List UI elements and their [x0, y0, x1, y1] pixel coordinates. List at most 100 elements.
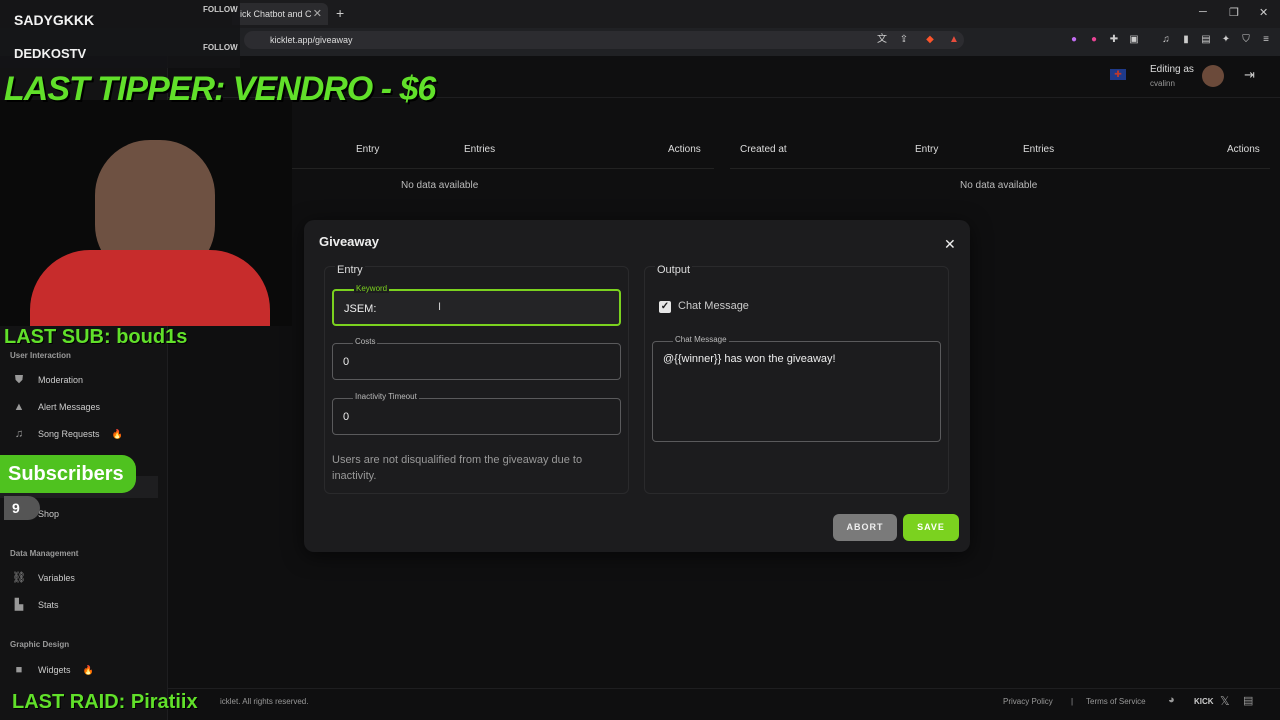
tab-close-icon[interactable]: ✕ [313, 3, 322, 25]
editing-user: cvalinn [1150, 79, 1175, 88]
tab-title: ick Chatbot and C [240, 9, 312, 19]
chat-message-label: Chat Message [673, 335, 729, 344]
keyword-label: Keyword [354, 284, 390, 293]
table-header: Entries [464, 144, 496, 155]
kick-link[interactable]: KICK [1194, 697, 1214, 706]
table-header: Entry [915, 144, 939, 155]
brave-rewards-icon[interactable]: ▲ [948, 34, 960, 46]
avatar[interactable] [1202, 65, 1224, 87]
logout-icon[interactable]: ⇥ [1244, 67, 1255, 83]
giveaway-modal: Giveaway ✕ Entry Keyword JSEM: I Costs 0… [304, 220, 970, 552]
entry-section-title: Entry [335, 264, 365, 276]
divider [292, 168, 714, 169]
close-icon[interactable]: ✕ [944, 236, 956, 253]
brave-shield-icon[interactable]: ◆ [924, 34, 936, 46]
media-icon[interactable]: ♫ [1160, 34, 1172, 46]
sidebar-toggle-icon[interactable]: ▮ [1180, 34, 1192, 46]
chat-message-checkbox-label: Chat Message [678, 300, 749, 312]
discord-icon[interactable]: ◕ [1168, 694, 1175, 706]
follow-label: FOLLOW [203, 43, 238, 52]
ai-icon[interactable]: ✦ [1220, 34, 1232, 46]
editing-as-label: Editing as [1150, 64, 1194, 75]
footer-separator: | [1071, 697, 1074, 706]
empty-state: No data available [960, 180, 1038, 191]
last-sub-banner: LAST SUB: boud1s [4, 326, 188, 348]
translate-icon[interactable]: 文 [876, 34, 888, 46]
chat-message-textarea[interactable]: Chat Message @{{winner}} has won the giv… [652, 335, 941, 442]
sidebar-item-song-requests[interactable]: ♫ Song Requests 🔥 [12, 428, 123, 440]
share-icon[interactable]: ⇪ [898, 34, 910, 46]
terms-link[interactable]: Terms of Service [1086, 697, 1146, 706]
sidebar-item-moderation[interactable]: ⛊ Moderation [12, 374, 83, 386]
divider [730, 168, 1270, 169]
keyword-value: JSEM: [344, 303, 377, 315]
restore-icon[interactable]: ❐ [1229, 6, 1239, 19]
extension-icon[interactable]: ● [1088, 34, 1100, 46]
sidebar-item-label: Widgets [38, 665, 71, 675]
menu-icon[interactable]: ≡ [1260, 34, 1272, 46]
sidebar-item-label: Song Requests [38, 429, 100, 439]
new-tab-icon[interactable]: + [336, 5, 344, 21]
follow-label: FOLLOW [203, 5, 238, 14]
language-flag-icon[interactable]: ✚ [1110, 69, 1126, 80]
recent-follower-1: SADYGKKK [14, 12, 95, 28]
streamer-sweater [30, 250, 270, 326]
sidebar-section-title: Graphic Design [10, 640, 70, 649]
table-header: Actions [1227, 144, 1260, 155]
table-header: Created at [740, 144, 787, 155]
last-raid-banner: LAST RAID: Piratiix [12, 691, 198, 713]
inactivity-timeout-field[interactable]: Inactivity Timeout 0 [332, 392, 621, 435]
sidebar-item-label: Moderation [38, 375, 84, 385]
inactivity-timeout-value: 0 [343, 411, 350, 423]
minimize-icon[interactable]: ─ [1199, 6, 1207, 18]
subscribers-count: 9 [4, 496, 40, 520]
webcam-feed [0, 100, 292, 326]
wallet-icon[interactable]: ▤ [1200, 34, 1212, 46]
video-icon: ■ [15, 664, 23, 676]
sidebar-item-widgets[interactable]: ■ Widgets 🔥 [12, 664, 94, 676]
extensions-puzzle-icon[interactable]: ✚ [1108, 34, 1120, 46]
chat-message-value: @{{winner}} has won the giveaway! [663, 353, 836, 365]
subscribers-badge: Subscribers [0, 455, 136, 493]
x-twitter-icon[interactable]: 𝕏 [1220, 694, 1230, 708]
costs-field[interactable]: Costs 0 [332, 337, 621, 380]
copyright: icklet. All rights reserved. [220, 697, 309, 706]
privacy-policy-link[interactable]: Privacy Policy [1003, 697, 1053, 706]
address-bar[interactable]: kicklet.app/giveaway [244, 31, 964, 49]
sidebar-item-label: Shop [38, 509, 60, 519]
output-section-title: Output [655, 264, 693, 276]
sidebar-item-label: Alert Messages [38, 402, 101, 412]
vpn-icon[interactable]: ⛉ [1240, 34, 1252, 46]
sidebar-item-label: Variables [38, 573, 75, 583]
music-note-icon: ♫ [14, 428, 24, 440]
inactivity-note: Users are not disqualified from the give… [332, 454, 583, 482]
extension-icon[interactable]: ● [1068, 34, 1080, 46]
fire-icon: 🔥 [111, 428, 123, 439]
document-icon[interactable]: ▤ [1243, 694, 1253, 707]
chat-message-checkbox[interactable]: ✓ [659, 301, 671, 313]
fire-icon: 🔥 [82, 664, 94, 675]
costs-value: 0 [343, 356, 350, 368]
abort-button[interactable]: ABORT [833, 514, 897, 541]
link-icon: ⛓ [12, 572, 26, 584]
screenshot-icon[interactable]: ▣ [1128, 34, 1140, 46]
costs-label: Costs [353, 337, 378, 346]
sidebar-item-stats[interactable]: ▙ Stats [12, 599, 59, 611]
shield-icon: ⛊ [14, 374, 24, 386]
bar-chart-icon: ▙ [14, 599, 24, 611]
browser-tab[interactable]: ick Chatbot and C ✕ [232, 3, 328, 25]
save-button[interactable]: SAVE [903, 514, 959, 541]
table-header: Entries [1023, 144, 1055, 155]
text-cursor-icon: I [438, 301, 442, 313]
sidebar-item-label: Stats [38, 600, 59, 610]
close-window-icon[interactable]: ✕ [1259, 6, 1268, 19]
modal-title: Giveaway [319, 234, 379, 249]
inactivity-timeout-label: Inactivity Timeout [353, 392, 419, 401]
sidebar-section-title: Data Management [10, 549, 79, 558]
recent-follower-2: DEDKOSTV [14, 46, 87, 61]
table-header: Actions [668, 144, 701, 155]
sidebar-item-alert-messages[interactable]: ▲ Alert Messages [12, 401, 100, 413]
keyword-field[interactable]: Keyword JSEM: I [332, 284, 621, 326]
warning-icon: ▲ [13, 401, 25, 413]
sidebar-item-variables[interactable]: ⛓ Variables [12, 572, 75, 584]
